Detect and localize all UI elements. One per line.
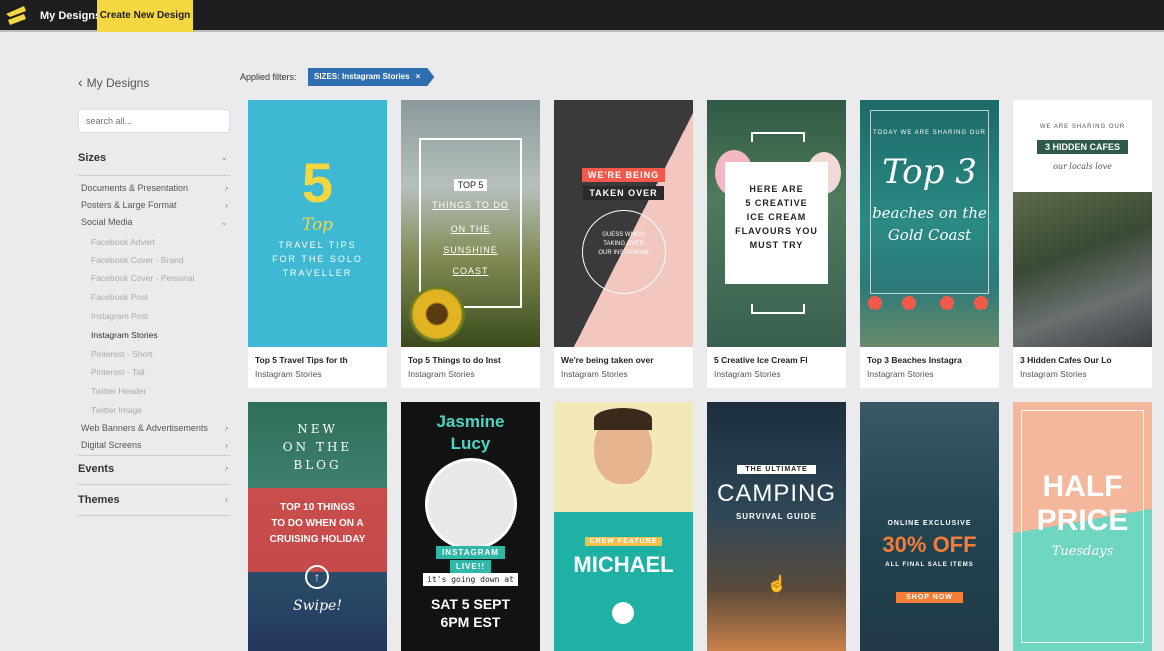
sidebar-sub-twitter-header[interactable]: Twitter Header: [91, 386, 146, 396]
sunflower: [409, 286, 465, 342]
sidebar-sub-instagram-stories[interactable]: Instagram Stories: [91, 330, 158, 340]
create-new-design-button[interactable]: Create New Design: [97, 0, 193, 32]
sidebar-sub-pinterest-tall[interactable]: Pinterest - Tall: [91, 367, 145, 377]
chevron-down-icon: ⌄: [220, 217, 228, 227]
design-title: Top 5 Things to do Inst: [408, 355, 501, 365]
divider: [78, 515, 230, 516]
design-thumbnail: CREW FEATURE MICHAEL: [554, 402, 693, 651]
applied-filters-label: Applied filters:: [240, 72, 297, 82]
design-thumbnail: NEW ON THE BLOG TOP 10 THINGS TO DO WHEN…: [248, 402, 387, 651]
design-card[interactable]: Jasmine Lucy INSTAGRAM LIVE!! it's going…: [401, 402, 540, 651]
design-thumbnail: HALF PRICE Tuesdays: [1013, 402, 1152, 651]
sidebar-sub-facebook-cover-personal[interactable]: Facebook Cover - Personal: [91, 273, 194, 283]
design-thumbnail: TODAY WE ARE SHARING OUR Top 3 beaches o…: [860, 100, 999, 347]
chevron-down-icon: ⌄: [220, 152, 228, 162]
chevron-right-icon: ›: [225, 183, 228, 193]
design-subtitle: Instagram Stories: [867, 369, 934, 379]
design-subtitle: Instagram Stories: [255, 369, 322, 379]
chevron-right-icon: ›: [225, 423, 228, 433]
design-card[interactable]: WE'RE BEING TAKEN OVER GUESS WHO'S TAKIN…: [554, 100, 693, 388]
design-thumbnail: HERE ARE 5 CREATIVE ICE CREAM FLAVOURS Y…: [707, 100, 846, 347]
camera-icon: [612, 602, 634, 624]
design-card[interactable]: THE ULTIMATE CAMPING SURVIVAL GUIDE ☝: [707, 402, 846, 651]
design-thumbnail: WE'RE BEING TAKEN OVER GUESS WHO'S TAKIN…: [554, 100, 693, 347]
design-thumbnail: THE ULTIMATE CAMPING SURVIVAL GUIDE ☝: [707, 402, 846, 651]
sidebar-sub-twitter-image[interactable]: Twitter Image: [91, 405, 142, 415]
design-card[interactable]: 5 Top TRAVEL TIPS FOR THE SOLO TRAVELLER…: [248, 100, 387, 388]
sidebar-sub-pinterest-short[interactable]: Pinterest - Short: [91, 349, 152, 359]
chevron-left-icon: ‹: [78, 74, 83, 90]
logo-icon[interactable]: [4, 4, 28, 26]
design-card[interactable]: TOP 5 THINGS TO DO ON THE SUNSHINE COAST…: [401, 100, 540, 388]
sidebar-item-posters[interactable]: Posters & Large Format ›: [81, 200, 230, 210]
chevron-right-icon: ›: [225, 200, 228, 210]
sidebar-item-digital-screens[interactable]: Digital Screens ›: [81, 440, 230, 450]
close-icon[interactable]: ×: [416, 72, 421, 81]
design-subtitle: Instagram Stories: [561, 369, 628, 379]
design-title: Top 3 Beaches Instagra: [867, 355, 962, 365]
themes-label: Themes: [78, 494, 120, 506]
divider: [78, 484, 230, 485]
design-thumbnail: WE ARE SHARING OUR 3 HIDDEN CAFES our lo…: [1013, 100, 1152, 347]
design-title: 3 Hidden Cafes Our Lo: [1020, 355, 1112, 365]
chevron-right-icon: ›: [225, 463, 228, 473]
filter-chip-label: SIZES: Instagram Stories: [314, 72, 410, 81]
events-label: Events: [78, 463, 115, 475]
arrow-up-icon: ↑: [305, 565, 329, 589]
chevron-right-icon: ›: [225, 440, 228, 450]
pointer-icon: ☝: [767, 576, 787, 593]
design-subtitle: Instagram Stories: [714, 369, 781, 379]
design-card[interactable]: NEW ON THE BLOG TOP 10 THINGS TO DO WHEN…: [248, 402, 387, 651]
sidebar-item-social-media[interactable]: Social Media ⌄: [81, 217, 230, 227]
design-title: We're being taken over: [561, 355, 654, 365]
design-card[interactable]: CREW FEATURE MICHAEL: [554, 402, 693, 651]
back-to-my-designs[interactable]: ‹ My Designs: [78, 74, 149, 90]
divider: [78, 455, 230, 456]
design-thumbnail: ONLINE EXCLUSIVE 30% OFF ALL FINAL SALE …: [860, 402, 999, 651]
design-card[interactable]: TODAY WE ARE SHARING OUR Top 3 beaches o…: [860, 100, 999, 388]
design-card[interactable]: ONLINE EXCLUSIVE 30% OFF ALL FINAL SALE …: [860, 402, 999, 651]
design-card[interactable]: HERE ARE 5 CREATIVE ICE CREAM FLAVOURS Y…: [707, 100, 846, 388]
sidebar-sub-facebook-cover-brand[interactable]: Facebook Cover - Brand: [91, 255, 184, 265]
sidebar-sub-facebook-post[interactable]: Facebook Post: [91, 292, 148, 302]
design-thumbnail: Jasmine Lucy INSTAGRAM LIVE!! it's going…: [401, 402, 540, 651]
design-thumbnail: 5 Top TRAVEL TIPS FOR THE SOLO TRAVELLER: [248, 100, 387, 347]
sidebar-sub-facebook-advert[interactable]: Facebook Advert: [91, 237, 155, 247]
divider: [78, 175, 230, 176]
top-bar: My Designs Create New Design: [0, 0, 1164, 32]
sidebar-sub-instagram-post[interactable]: Instagram Post: [91, 311, 148, 321]
filter-chip[interactable]: SIZES: Instagram Stories ×: [308, 68, 434, 86]
sizes-label: Sizes: [78, 152, 107, 164]
design-card[interactable]: WE ARE SHARING OUR 3 HIDDEN CAFES our lo…: [1013, 100, 1152, 388]
sizes-section[interactable]: Sizes ⌄: [78, 152, 230, 164]
chevron-right-icon: ›: [225, 494, 228, 504]
design-title: 5 Creative Ice Cream Fl: [714, 355, 808, 365]
design-card[interactable]: HALF PRICE Tuesdays: [1013, 402, 1152, 651]
sidebar-item-web-banners[interactable]: Web Banners & Advertisements ›: [81, 423, 230, 433]
design-thumbnail: TOP 5 THINGS TO DO ON THE SUNSHINE COAST: [401, 100, 540, 347]
design-subtitle: Instagram Stories: [408, 369, 475, 379]
themes-section[interactable]: Themes ›: [78, 494, 230, 506]
back-label: My Designs: [86, 76, 150, 90]
design-subtitle: Instagram Stories: [1020, 369, 1087, 379]
events-section[interactable]: Events ›: [78, 463, 230, 475]
sidebar-item-documents[interactable]: Documents & Presentation ›: [81, 183, 230, 193]
design-title: Top 5 Travel Tips for th: [255, 355, 348, 365]
search-input[interactable]: [78, 109, 230, 133]
